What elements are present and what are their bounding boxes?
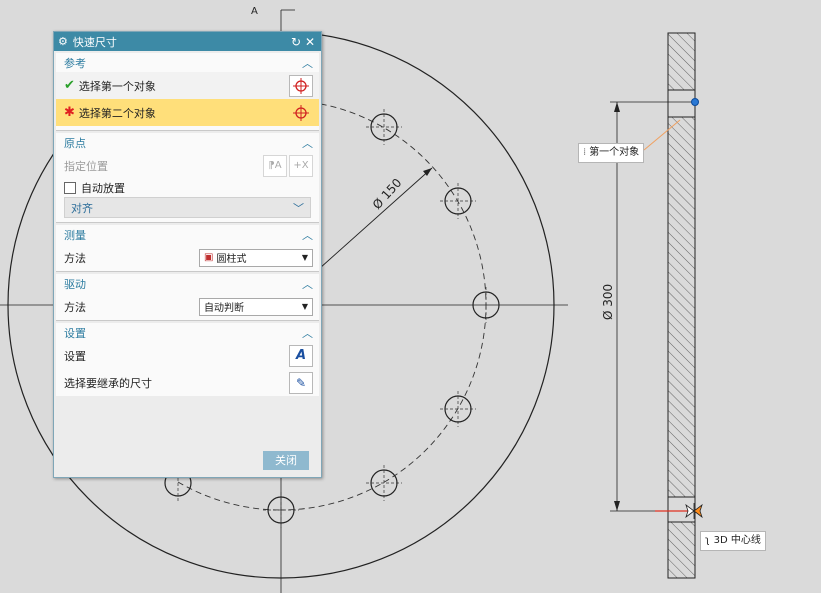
align-label: 对齐 bbox=[71, 201, 93, 215]
select-first-object-row[interactable]: ✔ 选择第一个对象 bbox=[56, 72, 319, 99]
settings-button[interactable]: A bbox=[289, 344, 313, 367]
inherit-label: 选择要继承的尺寸 bbox=[64, 376, 152, 390]
bolt-circle-lower[interactable] bbox=[177, 481, 282, 511]
chevron-up-icon[interactable]: ︿ bbox=[302, 325, 313, 341]
centerline-tooltip: ʅ 3D 中心线 bbox=[700, 531, 766, 551]
point-dialog-button[interactable]: +X bbox=[289, 154, 313, 177]
chevron-down-icon: ﹀ bbox=[293, 201, 304, 215]
text-origin-icon: ⁋A bbox=[268, 160, 282, 171]
method-label: 方法 bbox=[64, 251, 86, 265]
chevron-up-icon[interactable]: ︿ bbox=[302, 55, 313, 71]
method-label: 方法 bbox=[64, 300, 86, 314]
section-header-origin[interactable]: 原点 ︿ bbox=[56, 133, 319, 152]
section-measure: 测量 ︿ 方法 ▣ 圆柱式 ▼ bbox=[56, 225, 319, 272]
select-second-object-row[interactable]: ✱ 选择第二个对象 bbox=[56, 99, 319, 126]
auto-place-row[interactable]: 自动放置 bbox=[56, 179, 319, 197]
first-object-tooltip: ⁞ 第一个对象 bbox=[578, 143, 645, 163]
close-button[interactable]: 关闭 bbox=[263, 451, 309, 470]
tooltip-text: 第一个对象 bbox=[589, 147, 640, 158]
section-header-settings[interactable]: 设置 ︿ bbox=[56, 323, 319, 342]
auto-place-label: 自动放置 bbox=[81, 182, 125, 195]
section-hatch-middle[interactable] bbox=[667, 116, 696, 498]
point-icon: +X bbox=[293, 160, 309, 171]
dropdown-arrow-icon: ▼ bbox=[301, 302, 308, 311]
specify-location-label: 指定位置 bbox=[64, 159, 108, 173]
dialog-footer: 关闭 bbox=[54, 443, 321, 477]
chevron-up-icon[interactable]: ︿ bbox=[302, 276, 313, 292]
section-label: 参考 bbox=[64, 56, 86, 70]
section-letter: A bbox=[251, 6, 258, 17]
measure-method-select[interactable]: ▣ 圆柱式 ▼ bbox=[199, 248, 313, 267]
section-label: 测量 bbox=[64, 228, 86, 242]
section-header-drive[interactable]: 驱动 ︿ bbox=[56, 274, 319, 293]
dim-300-text[interactable]: Ø 300 bbox=[601, 284, 615, 320]
reset-icon[interactable]: ↻ bbox=[289, 35, 303, 49]
drive-method-select[interactable]: 自动判断 ▼ bbox=[199, 297, 313, 316]
section-header-reference[interactable]: 参考 ︿ bbox=[56, 53, 319, 72]
cursor-icon bbox=[685, 503, 703, 519]
check-icon: ✔ bbox=[64, 78, 75, 93]
drive-method-row: 方法 自动判断 ▼ bbox=[56, 293, 319, 320]
select-object-button[interactable] bbox=[289, 101, 313, 124]
section-reference: 参考 ︿ ✔ 选择第一个对象 ✱ 选择第二个对象 bbox=[56, 53, 319, 131]
asterisk-icon: ✱ bbox=[64, 105, 75, 120]
text-origin-button[interactable]: ⁋A bbox=[263, 154, 287, 177]
section-drive: 驱动 ︿ 方法 自动判断 ▼ bbox=[56, 274, 319, 321]
section-hatch-bottom[interactable] bbox=[667, 521, 696, 579]
select-second-object-label: 选择第二个对象 bbox=[78, 106, 156, 120]
close-icon[interactable]: ✕ bbox=[303, 35, 317, 49]
specify-location-row: 指定位置 ⁋A +X bbox=[56, 152, 319, 179]
dialog-title-bar[interactable]: ⚙ 快速尺寸 ↻ ✕ bbox=[54, 32, 321, 51]
select-object-button[interactable] bbox=[289, 74, 313, 97]
inherit-button[interactable]: ✎ bbox=[289, 371, 313, 394]
settings-label: 设置 bbox=[64, 349, 86, 363]
text-style-icon: A bbox=[295, 348, 307, 363]
crosshair-icon bbox=[293, 104, 309, 121]
inherit-row: 选择要继承的尺寸 ✎ bbox=[56, 369, 319, 396]
auto-place-checkbox[interactable] bbox=[64, 182, 76, 194]
section-label: 原点 bbox=[64, 136, 86, 150]
select-first-object-label: 选择第一个对象 bbox=[78, 79, 156, 93]
section-label: 驱动 bbox=[64, 277, 86, 291]
method-value: 圆柱式 bbox=[216, 254, 247, 265]
section-hatch-top[interactable] bbox=[667, 32, 696, 91]
dim-150-line[interactable] bbox=[319, 167, 433, 269]
section-settings: 设置 ︿ 设置 A 选择要继承的尺寸 ✎ bbox=[56, 323, 319, 396]
cylindrical-icon: ▣ bbox=[204, 252, 214, 263]
gear-icon: ⚙ bbox=[58, 35, 68, 48]
method-value: 自动判断 bbox=[204, 303, 244, 314]
settings-row: 设置 A bbox=[56, 342, 319, 369]
section-label: 设置 bbox=[64, 326, 86, 340]
centerline-snap-icon: ʅ bbox=[705, 535, 710, 546]
section-origin: 原点 ︿ 指定位置 ⁋A +X 自动放置 对齐 ﹀ bbox=[56, 133, 319, 223]
chevron-up-icon[interactable]: ︿ bbox=[302, 135, 313, 151]
crosshair-icon bbox=[293, 77, 309, 94]
measure-method-row: 方法 ▣ 圆柱式 ▼ bbox=[56, 244, 319, 271]
chevron-up-icon[interactable]: ︿ bbox=[302, 227, 313, 243]
dim-150-text[interactable]: Ø 150 bbox=[370, 176, 405, 212]
eyedropper-icon: ✎ bbox=[295, 375, 307, 390]
selection-point[interactable] bbox=[691, 98, 699, 106]
section-header-measure[interactable]: 测量 ︿ bbox=[56, 225, 319, 244]
align-dropdown[interactable]: 对齐 ﹀ bbox=[64, 197, 311, 218]
tooltip-text: 3D 中心线 bbox=[713, 535, 761, 546]
dropdown-arrow-icon: ▼ bbox=[301, 253, 308, 262]
quick-dimension-dialog[interactable]: ⚙ 快速尺寸 ↻ ✕ 参考 ︿ ✔ 选择第一个对象 ✱ 选择第二个对象 原点 ︿… bbox=[53, 31, 322, 478]
dialog-title: 快速尺寸 bbox=[72, 35, 117, 49]
